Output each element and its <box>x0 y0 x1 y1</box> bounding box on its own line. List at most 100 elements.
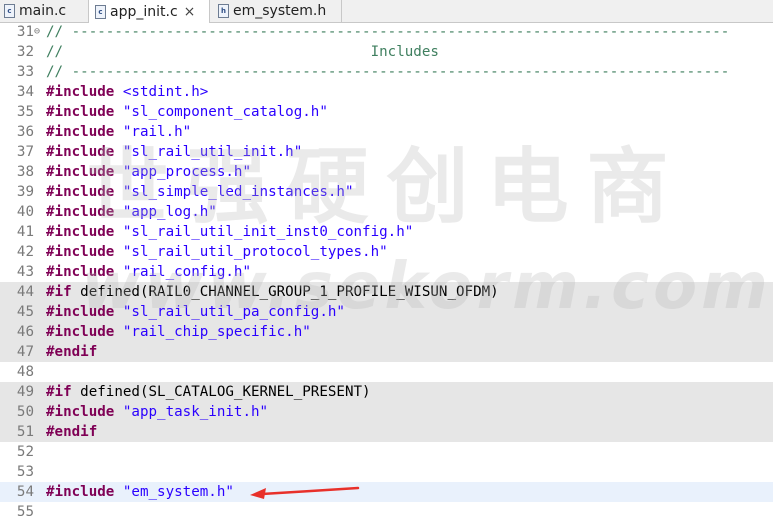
code-line[interactable]: 48 <box>0 362 773 382</box>
code-text: #if defined(RAIL0_CHANNEL_GROUP_1_PROFIL… <box>46 282 499 302</box>
line-number: 31 <box>16 24 34 40</box>
code-line[interactable]: 35 #include "sl_component_catalog.h" <box>0 102 773 122</box>
line-number: 35 <box>16 104 34 120</box>
code-token-str: "rail_config.h" <box>122 264 252 280</box>
code-line[interactable]: 39 #include "sl_simple_led_instances.h" <box>0 182 773 202</box>
code-token-str: <stdint.h> <box>122 84 209 100</box>
line-number: 44 <box>16 284 34 300</box>
editor-tab-bar: c main.c c app_init.c × h em_system.h <box>0 0 773 23</box>
code-line[interactable]: 32 // Includes <box>0 42 773 62</box>
code-line[interactable]: 52 <box>0 442 773 462</box>
line-number: 39 <box>16 184 34 200</box>
code-line[interactable]: 43 #include "rail_config.h" <box>0 262 773 282</box>
h-file-icon: h <box>218 4 229 18</box>
line-number: 54 <box>16 484 34 500</box>
code-line[interactable]: 46 #include "rail_chip_specific.h" <box>0 322 773 342</box>
code-token-kw: #include <box>46 264 115 280</box>
code-line[interactable]: 49 #if defined(SL_CATALOG_KERNEL_PRESENT) <box>0 382 773 402</box>
line-number: 46 <box>16 324 34 340</box>
code-token-kw: #endif <box>46 344 98 360</box>
code-line[interactable]: 31 ⊖// ----------------------------------… <box>0 22 773 42</box>
code-token-str: "rail_chip_specific.h" <box>122 324 311 340</box>
code-token-plain: defined(SL_CATALOG_KERNEL_PRESENT) <box>71 384 371 400</box>
line-number: 55 <box>16 504 34 520</box>
tab-label: app_init.c <box>110 3 178 20</box>
code-line[interactable]: 36 #include "rail.h" <box>0 122 773 142</box>
code-line[interactable]: 50 #include "app_task_init.h" <box>0 402 773 422</box>
line-number: 32 <box>16 44 34 60</box>
line-number: 40 <box>16 204 34 220</box>
code-line[interactable]: 38 #include "app_process.h" <box>0 162 773 182</box>
code-text: #include "rail_config.h" <box>46 262 251 282</box>
line-number: 33 <box>16 64 34 80</box>
fold-collapse-icon[interactable]: ⊖ <box>34 22 44 42</box>
line-number: 50 <box>16 404 34 420</box>
code-token-str: "sl_rail_util_init_inst0_config.h" <box>122 224 414 240</box>
code-token-str: "app_log.h" <box>122 204 217 220</box>
code-token-str: "app_process.h" <box>122 164 252 180</box>
tab-em-system-h[interactable]: h em_system.h <box>212 0 342 22</box>
code-line[interactable]: 42 #include "sl_rail_util_protocol_types.… <box>0 242 773 262</box>
code-text: #include "sl_rail_util_pa_config.h" <box>46 302 345 322</box>
code-text: #include "app_log.h" <box>46 202 217 222</box>
tab-main-c[interactable]: c main.c <box>0 0 88 22</box>
c-file-icon: c <box>95 4 106 19</box>
code-text: #if defined(SL_CATALOG_KERNEL_PRESENT) <box>46 382 371 402</box>
code-token-kw: #include <box>46 124 115 140</box>
line-number: 52 <box>16 444 34 460</box>
line-number: 49 <box>16 384 34 400</box>
code-line[interactable]: 47 #endif <box>0 342 773 362</box>
code-line[interactable]: 53 <box>0 462 773 482</box>
line-number: 37 <box>16 144 34 160</box>
code-line[interactable]: 55 <box>0 502 773 522</box>
line-number: 42 <box>16 244 34 260</box>
red-arrow-annotation <box>250 486 360 499</box>
code-token-kw: #if <box>46 284 72 300</box>
code-text: // Includes <box>46 42 439 62</box>
code-line[interactable]: 54 #include "em_system.h" <box>0 482 773 502</box>
code-token-str: "sl_rail_util_pa_config.h" <box>122 304 345 320</box>
code-token-str: "em_system.h" <box>122 484 234 500</box>
line-number: 53 <box>16 464 34 480</box>
line-number: 34 <box>16 84 34 100</box>
code-line[interactable]: 41 #include "sl_rail_util_init_inst0_conf… <box>0 222 773 242</box>
close-icon[interactable]: × <box>184 4 196 20</box>
code-line[interactable]: 37 #include "sl_rail_util_init.h" <box>0 142 773 162</box>
code-token-kw: #include <box>46 104 115 120</box>
c-file-icon: c <box>4 4 15 18</box>
code-editor[interactable]: 31 ⊖// ----------------------------------… <box>0 22 773 524</box>
code-token-str: "sl_rail_util_init.h" <box>122 144 303 160</box>
line-number: 41 <box>16 224 34 240</box>
code-token-kw: #include <box>46 184 115 200</box>
code-line[interactable]: 33 // -----------------------------------… <box>0 62 773 82</box>
code-token-kw: #include <box>46 204 115 220</box>
code-text: #include "rail_chip_specific.h" <box>46 322 311 342</box>
code-token-kw: #include <box>46 84 115 100</box>
code-text: #include "rail.h" <box>46 122 191 142</box>
code-line[interactable]: 34 #include <stdint.h> <box>0 82 773 102</box>
code-line[interactable]: 51 #endif <box>0 422 773 442</box>
line-number: 45 <box>16 304 34 320</box>
line-number: 38 <box>16 164 34 180</box>
code-token-comment: // -------------------------------------… <box>46 64 730 80</box>
code-token-str: "sl_component_catalog.h" <box>122 104 328 120</box>
tab-label: main.c <box>19 3 67 19</box>
code-line[interactable]: 40 #include "app_log.h" <box>0 202 773 222</box>
code-text: #endif <box>46 342 97 362</box>
code-text: #include "app_process.h" <box>46 162 251 182</box>
code-line[interactable]: 44 #if defined(RAIL0_CHANNEL_GROUP_1_PROF… <box>0 282 773 302</box>
code-text: #include "sl_rail_util_init.h" <box>46 142 302 162</box>
code-token-comment: // -------------------------------------… <box>46 24 730 40</box>
code-token-str: "rail.h" <box>122 124 192 140</box>
tab-app-init-c[interactable]: c app_init.c × <box>88 0 210 23</box>
code-line[interactable]: 45 #include "sl_rail_util_pa_config.h" <box>0 302 773 322</box>
